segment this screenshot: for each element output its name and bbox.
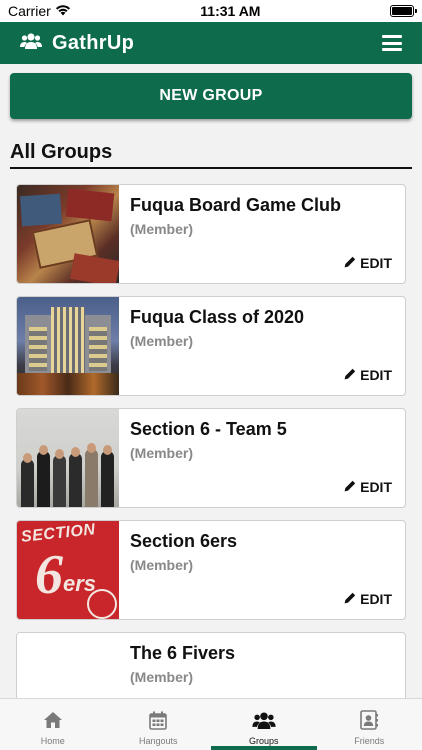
group-name: Fuqua Board Game Club: [130, 195, 342, 215]
edit-button[interactable]: EDIT: [344, 255, 392, 271]
group-info: Fuqua Class of 2020 (Member) EDIT: [119, 297, 405, 395]
group-role: (Member): [130, 221, 194, 237]
edit-label: EDIT: [360, 591, 392, 607]
tab-groups[interactable]: Groups: [211, 699, 317, 750]
tab-label: Friends: [354, 736, 385, 746]
group-card[interactable]: SECTION 6 ers Section 6ers (Member) EDIT: [16, 520, 406, 620]
edit-button[interactable]: EDIT: [344, 479, 392, 495]
group-info: Section 6 - Team 5 (Member) EDIT: [119, 409, 405, 507]
group-name: Section 6 - Team 5: [130, 419, 287, 439]
friends-contact-icon: [360, 710, 379, 730]
tab-label: Home: [40, 736, 65, 746]
edit-label: EDIT: [360, 255, 392, 271]
section-title: All Groups: [10, 141, 412, 169]
home-icon: [43, 710, 63, 730]
shirt-text-six: 6: [35, 544, 63, 606]
pencil-icon: [344, 255, 356, 271]
building-photo: [17, 297, 119, 395]
groups-icon: [252, 710, 276, 730]
pencil-icon: [344, 367, 356, 383]
pencil-icon: [344, 591, 356, 607]
battery-icon: [390, 5, 417, 17]
users-icon: [20, 32, 42, 55]
hamburger-menu-icon[interactable]: [382, 35, 402, 51]
group-name: Section 6ers: [130, 531, 238, 551]
status-time: 11:31 AM: [200, 3, 261, 19]
edit-label: EDIT: [360, 479, 392, 495]
app-header: GathrUp: [0, 22, 422, 64]
edit-label: EDIT: [360, 367, 392, 383]
status-bar: Carrier 11:31 AM: [0, 0, 422, 22]
group-role: (Member): [130, 557, 194, 573]
group-role: (Member): [130, 669, 194, 685]
calendar-icon: [149, 710, 168, 730]
tab-hangouts[interactable]: Hangouts: [106, 699, 212, 750]
app-title: GathrUp: [52, 31, 135, 54]
group-card[interactable]: Fuqua Board Game Club (Member) EDIT: [16, 184, 406, 284]
group-info: Fuqua Board Game Club (Member) EDIT: [119, 185, 405, 283]
board-games-photo: [17, 185, 119, 283]
app-screen: Carrier 11:31 AM GathrUp NEW GROUP All G…: [0, 0, 422, 750]
new-group-button[interactable]: NEW GROUP: [10, 73, 412, 119]
edit-button[interactable]: EDIT: [344, 591, 392, 607]
wifi-icon: [55, 3, 71, 19]
tab-bar: Home Hangouts Groups Friends: [0, 698, 422, 750]
group-card[interactable]: Fuqua Class of 2020 (Member) EDIT: [16, 296, 406, 396]
team-photo: [17, 409, 119, 507]
tab-label: Groups: [248, 736, 279, 746]
edit-button[interactable]: EDIT: [344, 367, 392, 383]
group-card[interactable]: Section 6 - Team 5 (Member) EDIT: [16, 408, 406, 508]
group-role: (Member): [130, 333, 194, 349]
group-info: Section 6ers (Member) EDIT: [119, 521, 405, 619]
status-left: Carrier: [8, 3, 71, 19]
carrier-label: Carrier: [8, 3, 51, 19]
group-name: Fuqua Class of 2020: [130, 307, 305, 327]
group-list: Fuqua Board Game Club (Member) EDIT Fuqu…: [0, 184, 422, 732]
tab-home[interactable]: Home: [0, 699, 106, 750]
group-name: The 6 Fivers: [130, 643, 236, 663]
shirt-photo: SECTION 6 ers: [17, 521, 119, 619]
pencil-icon: [344, 479, 356, 495]
basketball-graphic: [87, 589, 117, 619]
tab-label: Hangouts: [138, 736, 178, 746]
group-role: (Member): [130, 445, 194, 461]
tab-friends[interactable]: Friends: [317, 699, 422, 750]
brand: GathrUp: [20, 32, 134, 55]
